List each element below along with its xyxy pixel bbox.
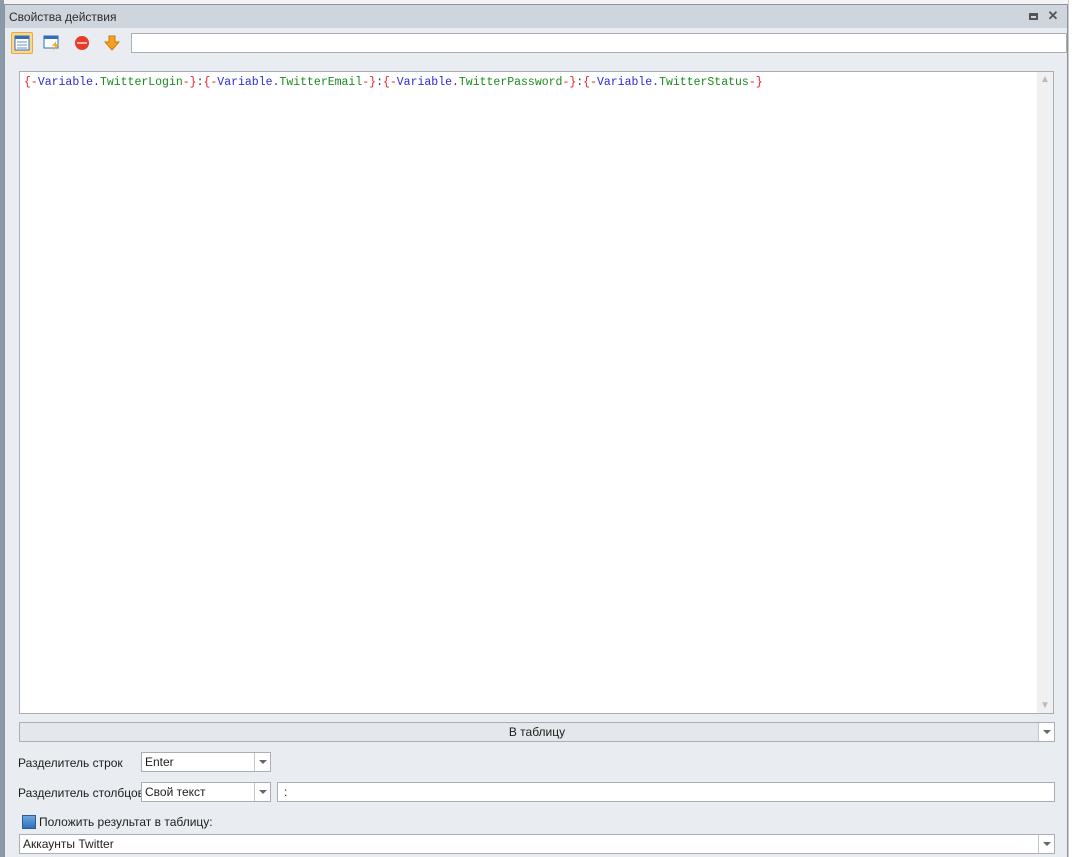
vertical-scrollbar[interactable]: ▲ ▼: [1037, 72, 1053, 713]
mode-value: В таблицу: [508, 725, 566, 739]
column-separator-dropdown[interactable]: Свой текст: [141, 782, 271, 802]
code-token: TwitterPassword: [458, 76, 563, 89]
chevron-down-icon: [1042, 730, 1051, 734]
chevron-down-icon: [1042, 842, 1051, 846]
code-token: Variable.: [396, 76, 459, 89]
window-action-button[interactable]: [41, 32, 63, 54]
title-bar: Свойства действия ✕: [5, 5, 1067, 28]
chevron-down-icon: [258, 790, 267, 794]
result-table-value: Аккаунты Twitter: [23, 837, 114, 851]
code-token: :: [376, 76, 383, 89]
row-separator-dropdown[interactable]: Enter: [141, 752, 271, 772]
background-app-edge-right: [1068, 0, 1074, 857]
custom-separator-input[interactable]: :: [277, 782, 1055, 802]
put-result-checkbox[interactable]: [22, 815, 36, 829]
code-token: {-: [583, 76, 597, 89]
code-token: -}: [748, 76, 763, 89]
scroll-down-icon[interactable]: ▼: [1040, 700, 1050, 711]
row-separator-value: Enter: [145, 755, 174, 769]
editor-content: {-Variable.TwitterLogin-}:{-Variable.Twi…: [24, 76, 763, 89]
row-separator-label: Разделитель строк: [18, 756, 123, 770]
window-lightning-icon: [43, 35, 59, 51]
code-token: TwitterStatus: [659, 76, 749, 89]
arrow-down-icon: [104, 35, 120, 51]
code-editor[interactable]: {-Variable.TwitterLogin-}:{-Variable.Twi…: [19, 71, 1054, 714]
column-separator-label: Разделитель столбцов: [18, 786, 145, 800]
scroll-up-icon[interactable]: ▲: [1040, 74, 1050, 85]
table-view-button[interactable]: [11, 32, 33, 54]
put-result-label: Положить результат в таблицу:: [39, 815, 213, 829]
mode-dropdown[interactable]: В таблицу: [19, 722, 1055, 742]
maximize-button[interactable]: [1027, 9, 1039, 23]
window-title: Свойства действия: [9, 9, 117, 24]
code-token: Variable.: [217, 76, 280, 89]
code-token: -}: [362, 76, 377, 89]
table-view-icon: [14, 35, 30, 51]
code-token: {-: [203, 76, 218, 89]
result-table-dropdown[interactable]: Аккаунты Twitter: [19, 834, 1055, 854]
code-token: TwitterLogin: [99, 76, 183, 89]
chevron-down-icon: [258, 760, 267, 764]
stop-icon: [75, 36, 89, 50]
close-button[interactable]: ✕: [1047, 8, 1059, 23]
stop-button[interactable]: [71, 32, 93, 54]
close-icon: ✕: [1047, 8, 1059, 23]
column-separator-value: Свой текст: [145, 785, 206, 799]
code-token: -}: [182, 76, 197, 89]
code-token: -}: [562, 76, 577, 89]
toolbar: [11, 31, 1067, 55]
action-properties-window: Свойства действия ✕ {-Variable.TwitterLo…: [4, 4, 1068, 857]
move-down-button[interactable]: [101, 32, 123, 54]
dropdown-button[interactable]: [1038, 723, 1054, 741]
code-token: Variable.: [37, 76, 100, 89]
code-token: TwitterEmail: [279, 76, 363, 89]
maximize-icon: [1028, 12, 1038, 20]
code-token: {-: [24, 76, 38, 89]
code-token: Variable.: [596, 76, 660, 89]
code-token: {-: [382, 76, 397, 89]
toolbar-input[interactable]: [131, 33, 1067, 53]
